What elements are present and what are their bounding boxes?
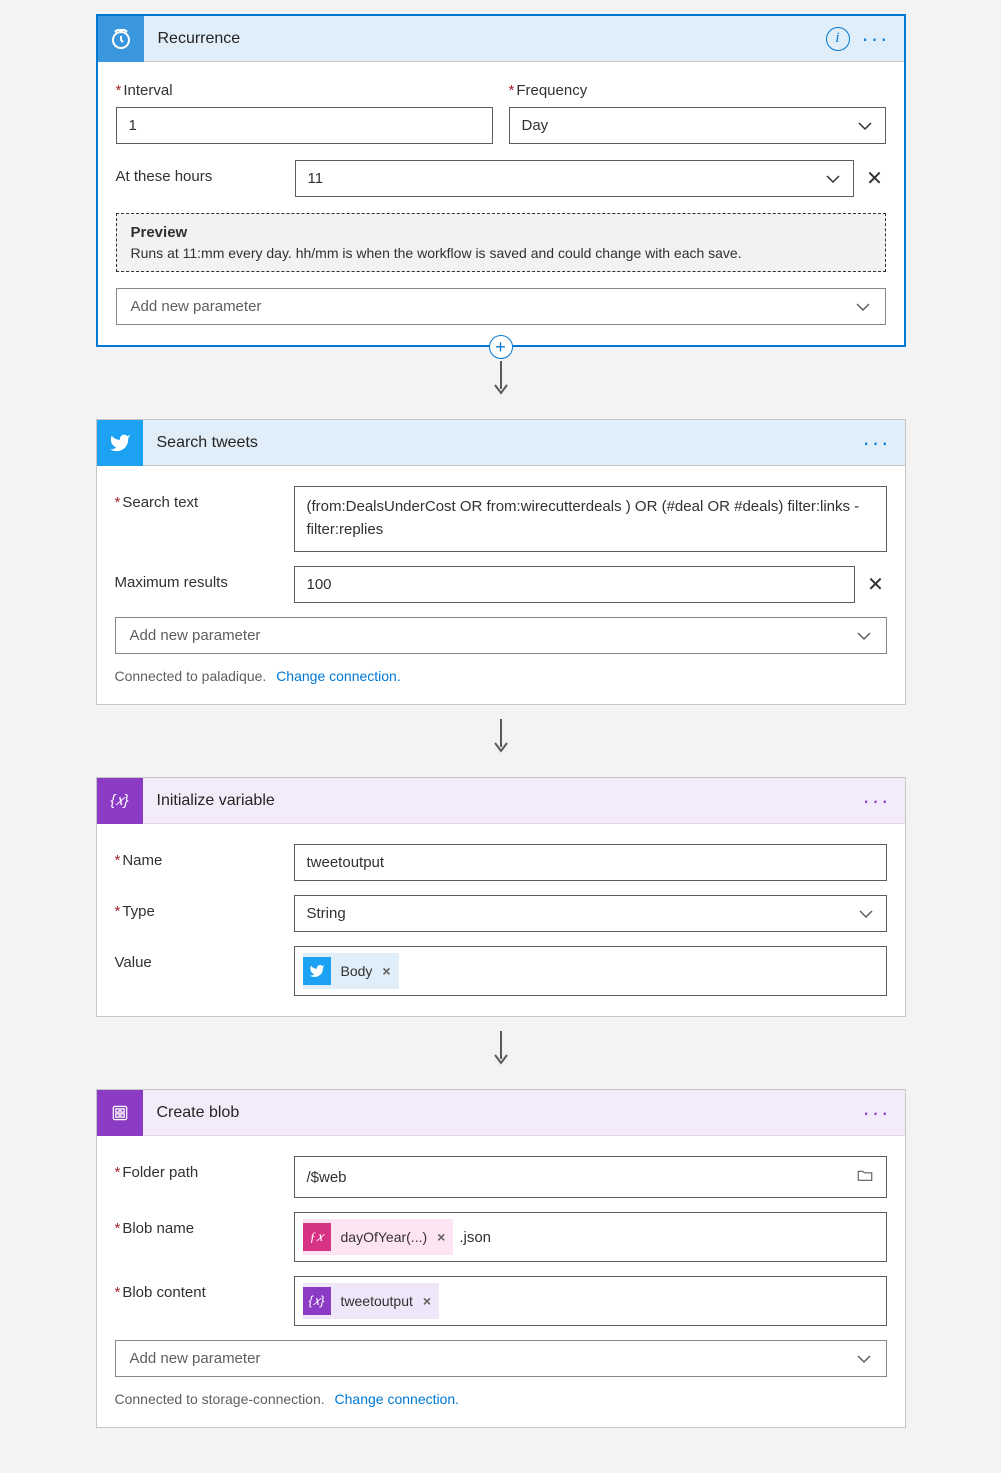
frequency-label: Frequency: [509, 82, 886, 99]
hours-label: At these hours: [116, 160, 281, 185]
blob-header[interactable]: Create blob ···: [97, 1090, 905, 1136]
folder-path-value: /$web: [307, 1169, 347, 1186]
chevron-down-icon: [857, 118, 873, 134]
tweets-header[interactable]: Search tweets ···: [97, 420, 905, 466]
variable-icon: {𝑥}: [303, 1287, 331, 1315]
remove-token-button[interactable]: ×: [437, 1229, 445, 1245]
chevron-down-icon: [825, 171, 841, 187]
frequency-value: Day: [522, 117, 549, 134]
chevron-down-icon: [856, 1351, 872, 1367]
preview-text: Runs at 11:mm every day. hh/mm is when t…: [131, 245, 871, 261]
recurrence-title: Recurrence: [144, 30, 826, 48]
initialize-variable-card: {𝑥} Initialize variable ··· Name Type St…: [96, 777, 906, 1017]
folder-path-label: Folder path: [115, 1156, 280, 1181]
tweets-title: Search tweets: [143, 434, 863, 452]
add-parameter-select[interactable]: Add new parameter: [116, 288, 886, 325]
remove-token-button[interactable]: ×: [382, 963, 390, 979]
blob-content-label: Blob content: [115, 1276, 280, 1301]
more-menu[interactable]: ···: [863, 1100, 891, 1126]
connection-text: Connected to paladique.: [115, 668, 267, 684]
connector-arrow: [96, 1017, 906, 1089]
search-text-label: Search text: [115, 486, 280, 511]
variable-icon: {𝑥}: [97, 778, 143, 824]
remove-hours-button[interactable]: ✕: [864, 166, 886, 191]
max-results-input[interactable]: [294, 566, 855, 603]
clock-icon: [98, 16, 144, 62]
var-type-label: Type: [115, 895, 280, 920]
connection-text: Connected to storage-connection.: [115, 1391, 325, 1407]
var-value-input[interactable]: Body ×: [294, 946, 887, 996]
hours-value: 11: [308, 170, 324, 187]
connection-row: Connected to paladique. Change connectio…: [115, 668, 887, 684]
var-type-value: String: [307, 905, 346, 922]
add-parameter-select[interactable]: Add new parameter: [115, 617, 887, 654]
recurrence-header[interactable]: Recurrence i ···: [98, 16, 904, 62]
search-tweets-card: Search tweets ··· Search text (from:Deal…: [96, 419, 906, 705]
hours-select[interactable]: 11: [295, 160, 854, 197]
add-step-button[interactable]: +: [489, 335, 513, 359]
preview-box: Preview Runs at 11:mm every day. hh/mm i…: [116, 213, 886, 272]
interval-input[interactable]: [116, 107, 493, 144]
add-param-label: Add new parameter: [131, 298, 262, 315]
body-token[interactable]: Body ×: [303, 953, 399, 989]
token-label: tweetoutput: [339, 1293, 415, 1309]
create-blob-card: Create blob ··· Folder path /$web Blob n…: [96, 1089, 906, 1428]
blob-name-suffix: .json: [459, 1229, 491, 1246]
add-parameter-select[interactable]: Add new parameter: [115, 1340, 887, 1377]
chevron-down-icon: [856, 628, 872, 644]
var-title: Initialize variable: [143, 792, 863, 810]
chevron-down-icon: [858, 906, 874, 922]
change-connection-link[interactable]: Change connection.: [276, 668, 401, 684]
chevron-down-icon: [855, 299, 871, 315]
blob-name-input[interactable]: ƒ𝑥 dayOfYear(...) × .json: [294, 1212, 887, 1262]
folder-path-input[interactable]: /$web: [294, 1156, 887, 1198]
var-header[interactable]: {𝑥} Initialize variable ···: [97, 778, 905, 824]
add-param-label: Add new parameter: [130, 1350, 261, 1367]
max-results-label: Maximum results: [115, 566, 280, 591]
recurrence-card: Recurrence i ··· Interval Frequency Day …: [96, 14, 906, 347]
var-value-label: Value: [115, 946, 280, 971]
remove-max-button[interactable]: ✕: [865, 572, 887, 597]
fx-icon: ƒ𝑥: [303, 1223, 331, 1251]
variable-token[interactable]: {𝑥} tweetoutput ×: [303, 1283, 440, 1319]
fx-token[interactable]: ƒ𝑥 dayOfYear(...) ×: [303, 1219, 454, 1255]
interval-label: Interval: [116, 82, 493, 99]
token-label: dayOfYear(...): [339, 1229, 430, 1245]
blob-content-input[interactable]: {𝑥} tweetoutput ×: [294, 1276, 887, 1326]
connection-row: Connected to storage-connection. Change …: [115, 1391, 887, 1407]
blob-name-label: Blob name: [115, 1212, 280, 1237]
connector-arrow: +: [96, 347, 906, 419]
blob-title: Create blob: [143, 1104, 863, 1122]
remove-token-button[interactable]: ×: [423, 1293, 431, 1309]
frequency-select[interactable]: Day: [509, 107, 886, 144]
search-text-input[interactable]: (from:DealsUnderCost OR from:wirecutterd…: [294, 486, 887, 552]
more-menu[interactable]: ···: [863, 788, 891, 814]
twitter-icon: [97, 420, 143, 466]
connector-arrow: [96, 705, 906, 777]
change-connection-link[interactable]: Change connection.: [335, 1391, 460, 1407]
add-param-label: Add new parameter: [130, 627, 261, 644]
blob-icon: [97, 1090, 143, 1136]
twitter-icon: [303, 957, 331, 985]
var-type-select[interactable]: String: [294, 895, 887, 932]
var-name-input[interactable]: [294, 844, 887, 881]
var-name-label: Name: [115, 844, 280, 869]
info-icon[interactable]: i: [826, 27, 850, 51]
token-label: Body: [339, 963, 375, 979]
more-menu[interactable]: ···: [862, 26, 890, 52]
folder-picker-icon[interactable]: [856, 1166, 874, 1188]
preview-title: Preview: [131, 224, 871, 241]
more-menu[interactable]: ···: [863, 430, 891, 456]
